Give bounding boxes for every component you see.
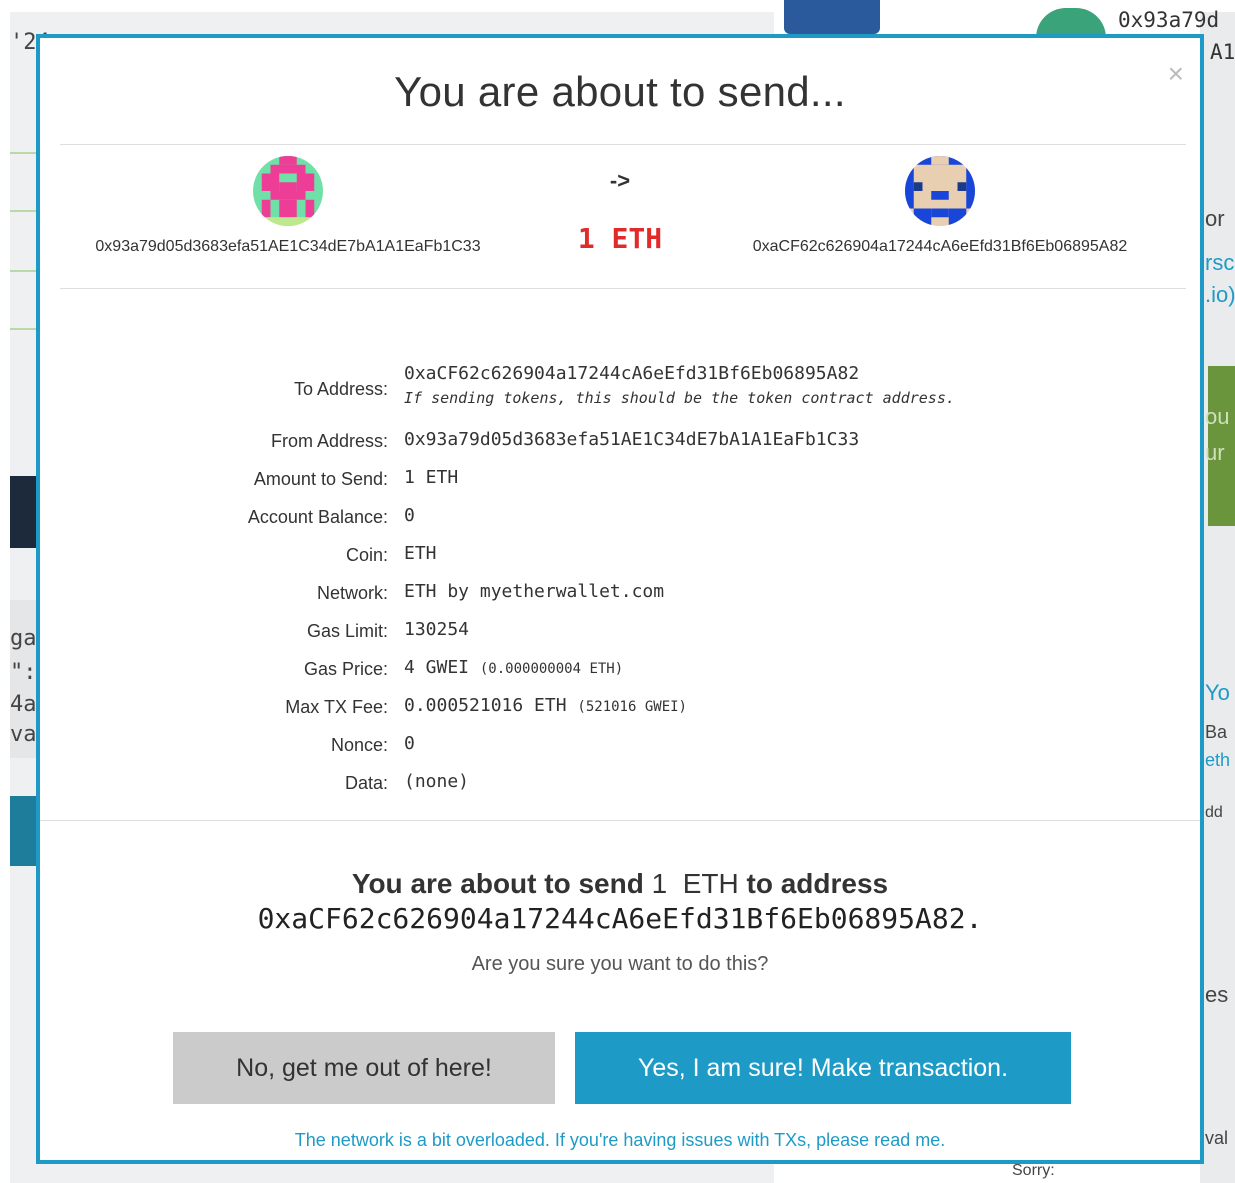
- background-text: 4a: [10, 692, 37, 717]
- detail-value: 4 GWEI (0.000000004 ETH): [404, 657, 623, 678]
- background-text: ":: [10, 660, 37, 685]
- send-confirmation-modal: × You are about to send... 0x93a79d05d36…: [36, 34, 1204, 1164]
- network-overloaded-link[interactable]: The network is a bit overloaded. If you'…: [40, 1130, 1200, 1151]
- summary-suffix: to address: [746, 868, 889, 899]
- detail-label: Max TX Fee:: [285, 697, 388, 717]
- detail-label: Gas Limit:: [306, 621, 388, 641]
- divider: [40, 820, 1200, 821]
- summary-unit: ETH: [682, 868, 739, 899]
- background-dark-block: [10, 476, 36, 548]
- cancel-button[interactable]: No, get me out of here!: [173, 1032, 555, 1104]
- detail-label: From Address:: [270, 431, 388, 451]
- summary-amount: 1: [651, 868, 668, 899]
- background-text: ur: [1205, 440, 1225, 465]
- detail-label: Nonce:: [330, 735, 388, 755]
- to-address-label: 0xaCF62c626904a17244cA6eEfd31Bf6Eb06895A…: [752, 238, 1128, 255]
- background-text: Yo: [1205, 680, 1230, 705]
- token-contract-hint: If sending tokens, this should be the to…: [404, 389, 955, 407]
- detail-label: To Address:: [293, 379, 388, 399]
- background-text: es: [1205, 982, 1229, 1007]
- background-teal-block: [10, 796, 36, 866]
- background-text: Sorry:: [1012, 1162, 1055, 1179]
- background-text: or: [1205, 206, 1225, 231]
- detail-label: Data:: [344, 773, 388, 793]
- background-link: eth: [1205, 750, 1231, 770]
- background-text: ou: [1205, 404, 1230, 429]
- detail-label: Account Balance:: [247, 507, 388, 527]
- background-text: val: [1205, 1128, 1229, 1148]
- detail-value: 0: [404, 505, 415, 526]
- send-summary: You are about to send 1 ETH to address 0…: [40, 868, 1200, 976]
- background-text: Ba: [1205, 722, 1228, 742]
- max-fee-gwei: (521016 GWEI): [577, 699, 687, 715]
- detail-label: Coin:: [345, 545, 388, 565]
- modal-title: You are about to send...: [394, 68, 846, 115]
- max-fee-value: 0.000521016 ETH: [404, 695, 567, 716]
- background-address: A1: [1210, 40, 1235, 64]
- background-address: 0x93a79d: [1118, 8, 1220, 32]
- background-link: rsc: [1205, 250, 1235, 275]
- detail-value: ETH: [404, 543, 437, 564]
- detail-label: Gas Price:: [303, 659, 388, 679]
- summary-prefix: You are about to send: [351, 868, 644, 899]
- summary-address: 0xaCF62c626904a17244cA6eEfd31Bf6Eb06895A…: [257, 902, 983, 935]
- confirm-transaction-button[interactable]: Yes, I am sure! Make transaction.: [575, 1032, 1071, 1104]
- background-text: va: [10, 722, 37, 747]
- detail-label: Amount to Send:: [253, 469, 388, 489]
- detail-value: 0.000521016 ETH (521016 GWEI): [404, 695, 687, 716]
- to-identicon: [905, 156, 975, 226]
- to-party: 0xaCF62c626904a17244cA6eEfd31Bf6Eb06895A…: [710, 156, 1170, 256]
- summary-sentence: You are about to send 1 ETH to address: [40, 868, 1200, 900]
- detail-value: 130254: [404, 619, 470, 640]
- detail-value: 0: [404, 733, 415, 754]
- detail-value: 0xaCF62c626904a17244cA6eEfd31Bf6Eb06895A…: [404, 363, 860, 384]
- confirmation-question: Are you sure you want to do this?: [471, 953, 769, 975]
- background-text: dd: [1205, 804, 1223, 821]
- background-avatar: [784, 0, 880, 34]
- detail-value: 1 ETH: [404, 467, 459, 488]
- detail-value: (none): [404, 771, 470, 792]
- gas-price-value: 4 GWEI: [404, 657, 470, 678]
- background-text: ga: [10, 626, 37, 651]
- gas-price-eth: (0.000000004 ETH): [479, 661, 624, 677]
- divider: [60, 288, 1186, 289]
- background-link: .io): [1205, 282, 1235, 307]
- detail-value: 0x93a79d05d3683efa51AE1C34dE7bA1A1EaFb1C…: [404, 429, 860, 450]
- divider: [60, 144, 1186, 145]
- detail-label: Network:: [316, 583, 388, 603]
- detail-value: ETH by myetherwallet.com: [404, 581, 665, 602]
